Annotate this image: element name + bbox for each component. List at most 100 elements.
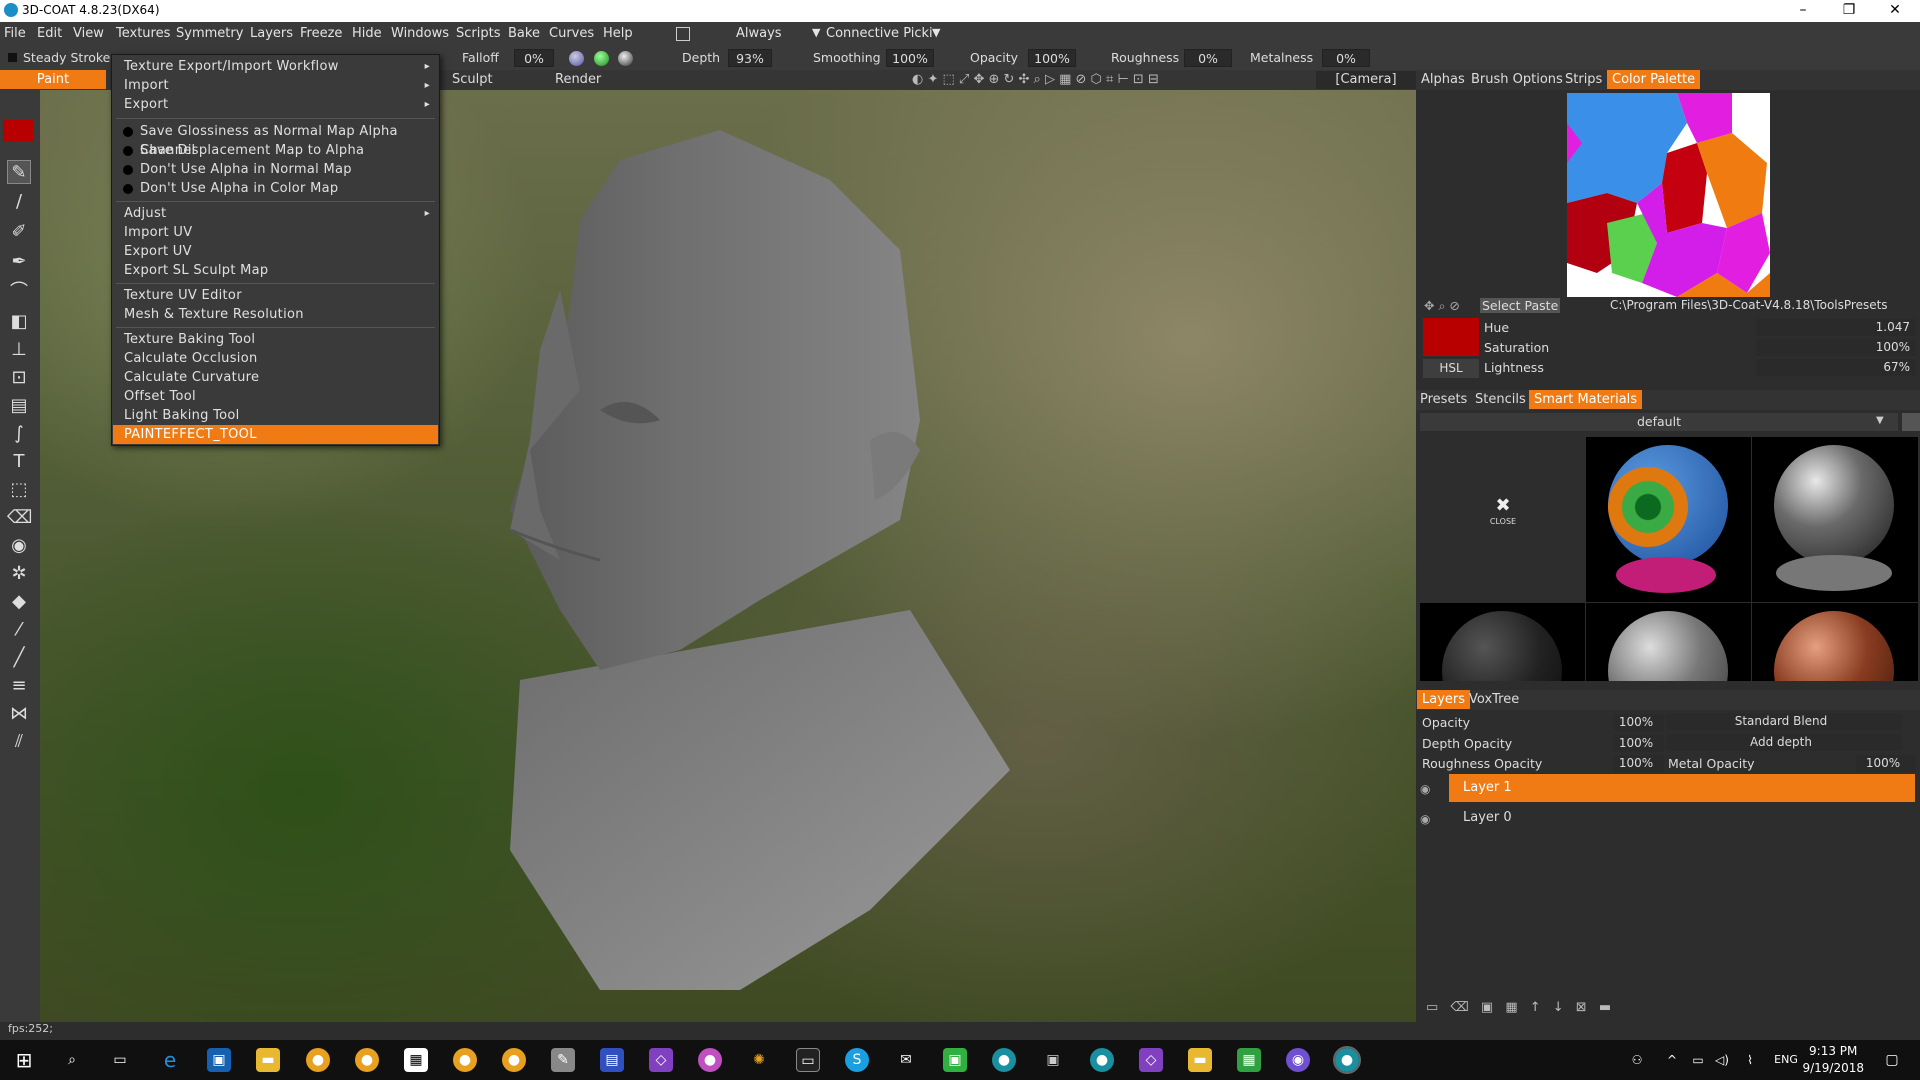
task-view-icon[interactable]: ▭: [108, 1048, 132, 1072]
people-icon[interactable]: ⚇: [1625, 1048, 1649, 1072]
tab-alphas[interactable]: Alphas: [1421, 72, 1465, 87]
menu-help[interactable]: Help: [603, 26, 633, 41]
menu-item-no-alpha-color[interactable]: Don't Use Alpha in Color Map: [113, 179, 438, 198]
metalness-value[interactable]: 0%: [1322, 49, 1370, 67]
blend-mode-select[interactable]: Standard Blend: [1666, 713, 1902, 730]
falloff-value[interactable]: 0%: [514, 49, 554, 67]
menu-item-import[interactable]: Import ▸: [113, 76, 438, 95]
menu-item-import-uv[interactable]: Import UV: [113, 223, 438, 242]
terminal-icon[interactable]: ▭: [796, 1048, 820, 1072]
visual-studio-icon[interactable]: ◇: [1139, 1048, 1163, 1072]
tab-voxtree[interactable]: VoxTree: [1469, 692, 1519, 707]
room-render[interactable]: Render: [555, 72, 601, 87]
clock[interactable]: 9:13 PM 9/19/2018: [1802, 1043, 1864, 1077]
depth-opacity-value[interactable]: 100%: [1614, 735, 1664, 752]
tab-brush-options[interactable]: Brush Options: [1471, 72, 1563, 87]
fill-icon[interactable]: ◧: [7, 310, 31, 334]
menu-scripts[interactable]: Scripts: [456, 26, 500, 41]
menu-item-painteffect-tool[interactable]: PAINTEFFECT_TOOL: [113, 425, 438, 444]
falloff-label[interactable]: Falloff: [462, 50, 499, 65]
stamp-icon[interactable]: ⊥: [7, 338, 31, 362]
current-color-swatch[interactable]: [3, 120, 33, 142]
layer-visibility-eye-icon[interactable]: ◉: [1420, 812, 1430, 826]
visual-studio-icon[interactable]: ◇: [649, 1048, 673, 1072]
metal-opacity-label[interactable]: Metal Opacity: [1668, 756, 1755, 771]
tape-icon[interactable]: ◆: [7, 590, 31, 614]
smudge-icon[interactable]: ⌒: [7, 280, 31, 304]
layer-row-active[interactable]: Layer 1: [1449, 774, 1915, 802]
material-thumbnail[interactable]: [1586, 603, 1751, 681]
menu-item-light-baking-tool[interactable]: Light Baking Tool: [113, 406, 438, 425]
sun-app-icon[interactable]: ✺: [747, 1048, 771, 1072]
layer-opacity-value[interactable]: 100%: [1614, 714, 1664, 731]
menu-file[interactable]: File: [4, 26, 26, 41]
steady-stroke-checkbox[interactable]: [8, 53, 17, 62]
eraser-icon[interactable]: ⌫: [7, 506, 32, 530]
green-app-icon[interactable]: ▣: [943, 1048, 967, 1072]
menu-symmetry[interactable]: Symmetry: [176, 26, 243, 41]
menu-item-save-displacement[interactable]: Save Displacement Map to Alpha: [113, 141, 438, 160]
chrome-icon[interactable]: ●: [502, 1048, 526, 1072]
view-icons-strip[interactable]: ◐ ✦ ⬚ ⤢ ✥ ⊕ ↻ ✣ ⌕ ▷ ▦ ⊘ ⬡ ⌗ ⊢ ⊡ ⊟: [912, 72, 1159, 87]
hue-label[interactable]: Hue: [1484, 320, 1509, 335]
tab-stencils[interactable]: Stencils: [1475, 392, 1526, 407]
lightness-value[interactable]: 67%: [1756, 359, 1916, 376]
dropdown-arrow-icon[interactable]: ▼: [932, 26, 940, 39]
app-icon[interactable]: ●: [698, 1048, 722, 1072]
smoothing-value[interactable]: 100%: [886, 49, 934, 67]
chrome-icon[interactable]: ●: [355, 1048, 379, 1072]
notifications-icon[interactable]: ▢: [1880, 1048, 1904, 1072]
menu-layers[interactable]: Layers: [250, 26, 293, 41]
layer-row[interactable]: Layer 0: [1449, 804, 1915, 832]
skype-icon[interactable]: S: [845, 1048, 869, 1072]
tab-strips[interactable]: Strips: [1565, 72, 1602, 87]
menu-item-texture-export-import-workflow[interactable]: Texture Export/Import Workflow ▸: [113, 57, 438, 76]
chrome-icon[interactable]: ●: [306, 1048, 330, 1072]
ruler-icon[interactable]: ≡: [7, 674, 31, 698]
text-tool-icon[interactable]: T: [7, 450, 31, 474]
menu-view[interactable]: View: [73, 26, 104, 41]
battery-icon[interactable]: ▭: [1686, 1048, 1710, 1072]
menu-item-adjust[interactable]: Adjust ▸: [113, 204, 438, 223]
select-icon[interactable]: ⬚: [7, 478, 31, 502]
chrome-icon[interactable]: ●: [453, 1048, 477, 1072]
tab-presets[interactable]: Presets: [1420, 392, 1467, 407]
mail-icon[interactable]: ✉: [894, 1048, 918, 1072]
palette-tool-icons[interactable]: ✥ ⌕ ⊘: [1424, 298, 1460, 314]
gray-sphere-icon[interactable]: [618, 51, 633, 66]
network-icon[interactable]: ⌇: [1738, 1048, 1762, 1072]
app-icon[interactable]: ▣: [1041, 1048, 1065, 1072]
pen-icon[interactable]: ✒: [7, 250, 31, 274]
menu-curves[interactable]: Curves: [549, 26, 594, 41]
spreadsheet-icon[interactable]: ▦: [1237, 1048, 1261, 1072]
file-explorer-icon[interactable]: ▬: [256, 1048, 280, 1072]
menu-hide[interactable]: Hide: [352, 26, 382, 41]
volume-icon[interactable]: ◁): [1710, 1048, 1734, 1072]
copy-icon[interactable]: ▤: [7, 394, 31, 418]
layer-visibility-eye-icon[interactable]: ◉: [1420, 782, 1430, 796]
menu-item-export[interactable]: Export ▸: [113, 95, 438, 114]
picker-icon[interactable]: ⁄: [7, 618, 31, 642]
measure-icon[interactable]: ⫽: [7, 730, 31, 754]
menu-textures[interactable]: Textures: [116, 26, 170, 41]
dropdown-arrow-icon[interactable]: ▼: [1876, 415, 1884, 426]
airbrush-icon[interactable]: ✐: [7, 220, 31, 244]
layer-opacity-label[interactable]: Opacity: [1422, 715, 1470, 730]
menu-item-mesh-texture-resolution[interactable]: Mesh & Texture Resolution: [113, 305, 438, 324]
material-thumbnail[interactable]: [1752, 437, 1918, 602]
menu-item-export-sl-sculpt-map[interactable]: Export SL Sculpt Map: [113, 261, 438, 280]
material-thumbnail[interactable]: [1586, 437, 1751, 602]
edge-browser-icon[interactable]: e: [158, 1048, 182, 1072]
menu-item-texture-baking-tool[interactable]: Texture Baking Tool: [113, 330, 438, 349]
color-palette-image[interactable]: [1567, 93, 1770, 297]
menu-freeze[interactable]: Freeze: [300, 26, 342, 41]
smoothing-label[interactable]: Smoothing: [813, 50, 881, 65]
store-icon[interactable]: ▣: [207, 1048, 231, 1072]
depth-label[interactable]: Depth: [682, 50, 720, 65]
roughness-label[interactable]: Roughness: [1111, 50, 1179, 65]
3dcoat-icon[interactable]: ●: [992, 1048, 1016, 1072]
close-icon[interactable]: ✖: [1488, 495, 1518, 516]
dropdown-arrow-icon[interactable]: ▼: [812, 26, 820, 39]
menu-item-calculate-occlusion[interactable]: Calculate Occlusion: [113, 349, 438, 368]
roughness-value[interactable]: 0%: [1184, 49, 1232, 67]
